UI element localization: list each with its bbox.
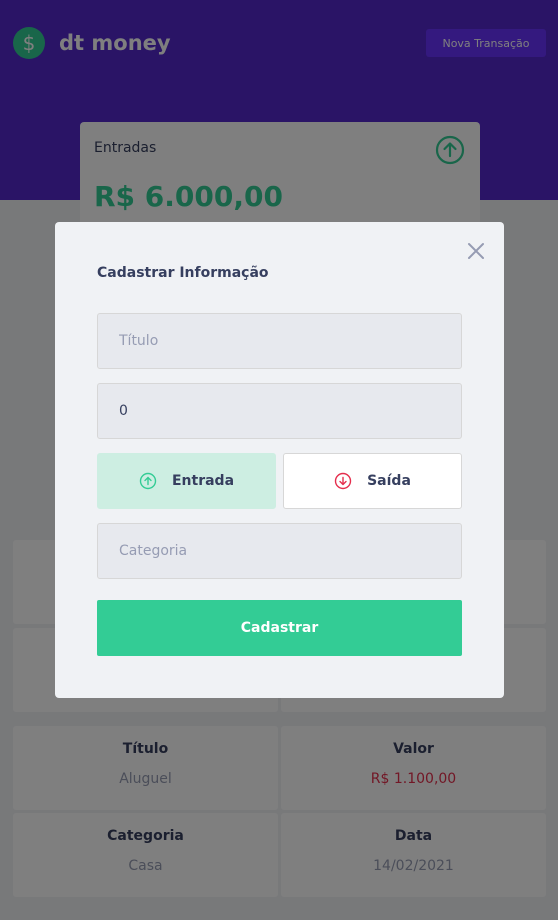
amount-input[interactable]	[97, 383, 462, 439]
arrow-up-circle-icon	[139, 472, 157, 490]
outcome-type-label: Saída	[367, 473, 411, 489]
arrow-down-circle-icon	[334, 472, 352, 490]
income-type-label: Entrada	[171, 473, 235, 489]
title-input[interactable]	[97, 313, 462, 369]
modal-title: Cadastrar Informação	[97, 265, 269, 281]
category-input[interactable]	[97, 523, 462, 579]
submit-button[interactable]: Cadastrar	[97, 600, 462, 656]
income-type-button[interactable]: Entrada	[97, 453, 276, 509]
outcome-type-button[interactable]: Saída	[283, 453, 462, 509]
new-transaction-modal: Cadastrar Informação Entrada Saída Cadas…	[55, 222, 504, 698]
close-icon[interactable]	[466, 241, 486, 261]
